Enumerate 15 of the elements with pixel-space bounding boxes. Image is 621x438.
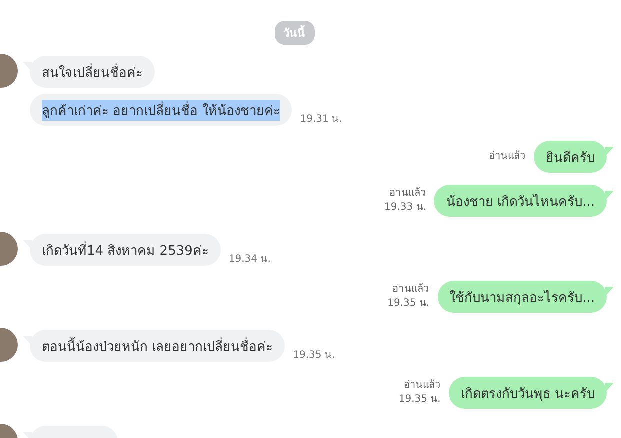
bubble-tail-icon: [605, 147, 614, 157]
bubble-tail-icon: [605, 287, 614, 297]
read-status: อ่านแล้ว: [389, 187, 426, 201]
message-time: 19.35 น.: [293, 349, 336, 362]
message-time: 19.34 น.: [228, 253, 271, 266]
message-time: 19.35 น.: [388, 297, 430, 311]
message-bubble: ลูกค้าเก่าค่ะ อยากเปลี่ยนชื่อ ให้น้องชายค่ะ: [30, 94, 292, 126]
message-time: 19.35 น.: [398, 393, 441, 407]
bubble-tail-icon: [605, 383, 614, 393]
read-status: อ่านแล้ว: [392, 283, 430, 297]
read-status: อ่านแล้ว: [404, 379, 441, 393]
message-time: 19.31 น.: [300, 113, 342, 126]
message-time: 19.33 น.: [384, 201, 426, 215]
bubble-tail-icon: [605, 191, 614, 201]
read-status: อ่านแล้ว: [489, 150, 526, 164]
